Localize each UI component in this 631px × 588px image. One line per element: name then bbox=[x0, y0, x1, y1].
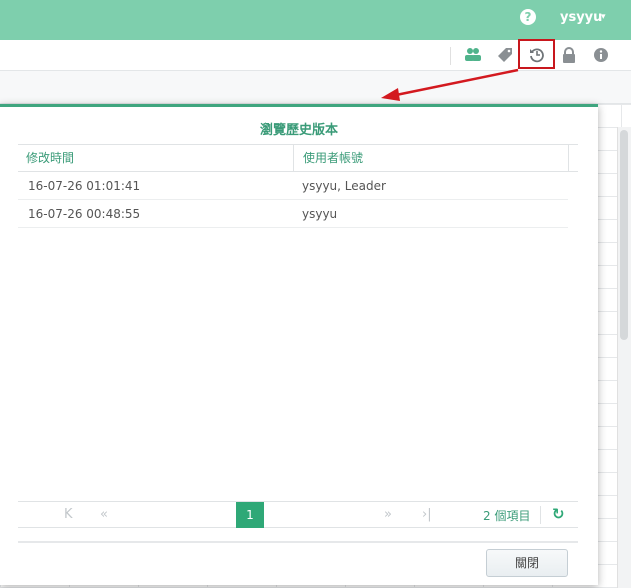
close-button[interactable]: 關閉 bbox=[486, 549, 568, 577]
tag-icon[interactable] bbox=[496, 47, 514, 65]
item-count: 2 個項目 bbox=[483, 509, 531, 523]
history-table: 修改時間 使用者帳號 16-07-26 01:01:41 ysyyu, Lead… bbox=[18, 144, 578, 228]
annotation-highlight-box bbox=[518, 39, 555, 69]
info-icon[interactable] bbox=[592, 47, 610, 65]
pagination: K « 1 » ›| 2 個項目 ↻ bbox=[18, 501, 578, 528]
lock-icon[interactable] bbox=[560, 47, 578, 65]
column-header-user[interactable]: 使用者帳號 bbox=[293, 145, 568, 172]
table-header: 修改時間 使用者帳號 bbox=[18, 144, 578, 172]
column-spacer bbox=[568, 145, 578, 172]
share-icon[interactable] bbox=[464, 47, 482, 65]
cell-user: ysyyu bbox=[302, 207, 338, 221]
table-row[interactable]: 16-07-26 00:48:55 ysyyu bbox=[18, 200, 568, 228]
dialog-title: 瀏覽歷史版本 bbox=[259, 123, 338, 138]
next-page-button[interactable]: » bbox=[384, 507, 392, 522]
cell-user: ysyyu, Leader bbox=[302, 179, 386, 193]
divider bbox=[450, 47, 451, 65]
version-history-dialog: 瀏覽歷史版本 修改時間 使用者帳號 16-07-26 01:01:41 ysyy… bbox=[0, 104, 598, 585]
previous-page-button[interactable]: « bbox=[100, 507, 108, 522]
page-1-button[interactable]: 1 bbox=[236, 502, 264, 528]
sub-toolbar bbox=[0, 71, 631, 104]
cell-time: 16-07-26 01:01:41 bbox=[28, 179, 141, 193]
chevron-down-icon[interactable]: ▾ bbox=[601, 12, 606, 22]
divider bbox=[540, 506, 541, 524]
table-row[interactable]: 16-07-26 01:01:41 ysyyu, Leader bbox=[18, 172, 568, 200]
user-menu[interactable]: ysyyu bbox=[560, 10, 602, 25]
scrollbar-thumb[interactable] bbox=[620, 130, 628, 340]
divider bbox=[18, 541, 578, 543]
top-bar: ? ysyyu ▾ bbox=[0, 0, 631, 40]
refresh-icon[interactable]: ↻ bbox=[552, 505, 565, 523]
last-page-button[interactable]: ›| bbox=[422, 507, 432, 522]
help-icon[interactable]: ? bbox=[520, 9, 536, 25]
cell-time: 16-07-26 00:48:55 bbox=[28, 207, 141, 221]
first-page-button[interactable]: K bbox=[64, 507, 73, 522]
column-header-time[interactable]: 修改時間 bbox=[18, 145, 293, 172]
